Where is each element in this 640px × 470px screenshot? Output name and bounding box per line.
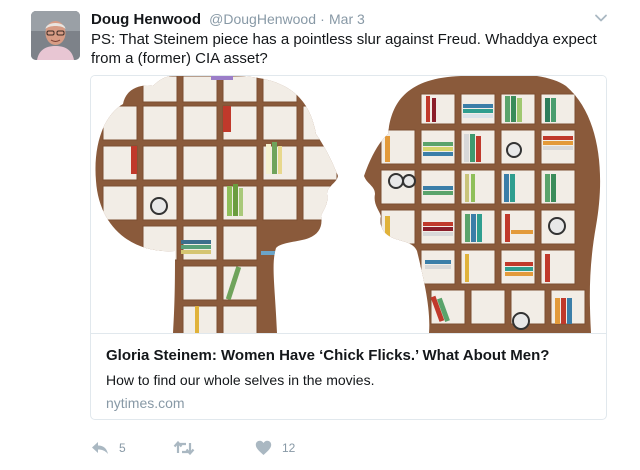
retweet-button[interactable]: [173, 438, 205, 458]
card-body[interactable]: Gloria Steinem: Women Have ‘Chick Flicks…: [91, 333, 606, 419]
tweet-header: Doug Henwood @DougHenwood · Mar 3: [91, 10, 365, 29]
reply-button[interactable]: 5: [91, 438, 126, 458]
reply-count: 5: [119, 441, 126, 455]
avatar-photo: [31, 11, 80, 60]
like-button[interactable]: 12: [255, 438, 295, 458]
card-domain: nytimes.com: [106, 395, 185, 411]
retweet-icon: [173, 440, 195, 456]
chevron-down-icon[interactable]: [593, 10, 609, 26]
like-count: 12: [282, 441, 296, 455]
timestamp-link[interactable]: Mar 3: [329, 11, 365, 27]
link-card[interactable]: Gloria Steinem: Women Have ‘Chick Flicks…: [90, 75, 607, 420]
avatar[interactable]: [31, 11, 80, 60]
tweet-text: PS: That Steinem piece has a pointless s…: [91, 31, 597, 67]
reply-icon: [91, 440, 109, 456]
tweet[interactable]: Doug Henwood @DougHenwood · Mar 3 PS: Th…: [0, 0, 640, 470]
card-image: [91, 76, 606, 333]
card-description: How to find our whole selves in the movi…: [106, 372, 375, 388]
separator-dot: ·: [320, 11, 325, 27]
heart-icon: [255, 440, 272, 456]
author-handle[interactable]: @DougHenwood: [209, 11, 316, 27]
card-title[interactable]: Gloria Steinem: Women Have ‘Chick Flicks…: [106, 346, 596, 366]
head-bookshelves-illustration: [95, 76, 601, 333]
author-name[interactable]: Doug Henwood: [91, 11, 201, 28]
